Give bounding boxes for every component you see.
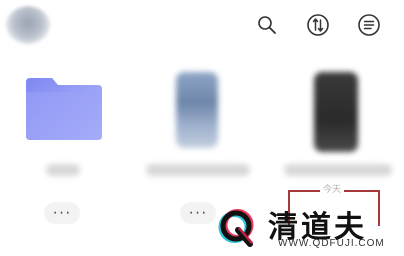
menu-button[interactable] (356, 12, 382, 38)
folder-icon (26, 78, 102, 140)
menu-icon (358, 14, 380, 36)
item-name-blurred (146, 164, 250, 176)
toolbar (254, 12, 382, 38)
grid-item-image[interactable]: ··· (138, 62, 258, 224)
grid-item-folder[interactable]: ··· (2, 62, 122, 224)
avatar[interactable] (6, 6, 50, 44)
sort-button[interactable] (305, 12, 331, 38)
image-thumbnail (176, 72, 218, 148)
watermark-url: WWW.QDFUJI.COM (278, 238, 385, 249)
annotation-text: 今天 (320, 182, 345, 195)
more-options-button[interactable]: ··· (180, 202, 216, 224)
item-name-blurred (46, 164, 80, 176)
sort-icon (307, 14, 329, 36)
search-button[interactable] (254, 12, 280, 38)
watermark: 清道夫 WWW.QDFUJI.COM (216, 204, 396, 254)
search-icon (258, 16, 276, 34)
item-name-blurred (284, 164, 392, 176)
more-options-button[interactable]: ··· (44, 202, 80, 224)
image-thumbnail (314, 72, 358, 152)
watermark-logo-icon (218, 209, 254, 247)
